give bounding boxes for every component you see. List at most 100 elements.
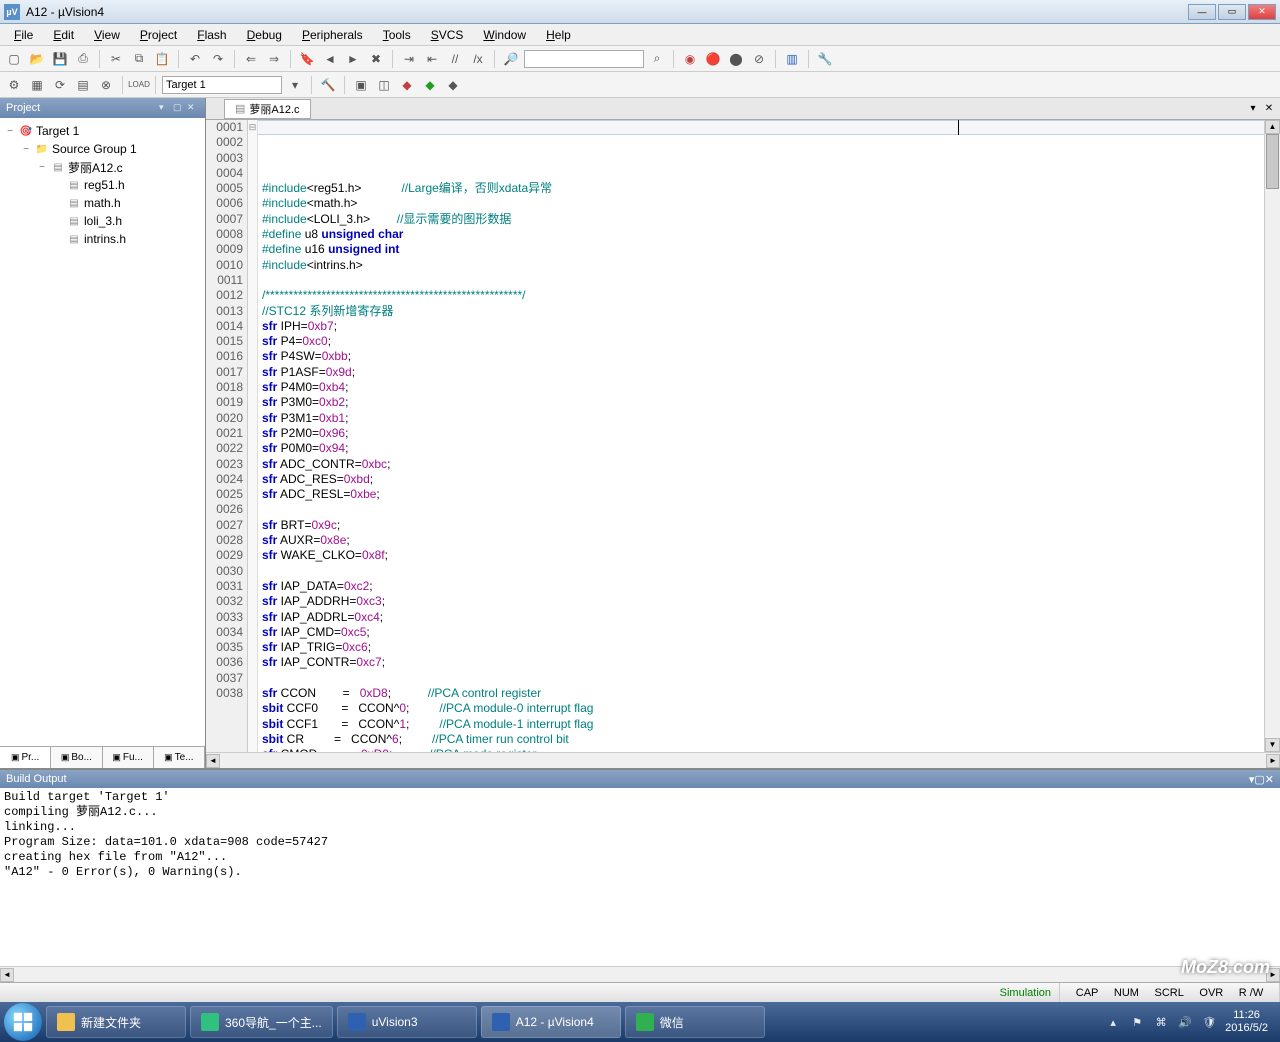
nav-fwd-icon[interactable]: ⇒ (264, 49, 284, 69)
find-in-files-icon[interactable]: 🔎 (501, 49, 521, 69)
manage-icon[interactable]: ◫ (374, 75, 394, 95)
scroll-right-icon[interactable]: ► (1266, 754, 1280, 768)
clock-time[interactable]: 11:26 (1225, 1009, 1268, 1022)
menu-debug[interactable]: Debug (239, 26, 290, 44)
tree-item[interactable]: −📁Source Group 1 (4, 140, 201, 158)
open-icon[interactable]: 📂 (27, 49, 47, 69)
undo-icon[interactable]: ↶ (185, 49, 205, 69)
find-combo[interactable] (524, 50, 644, 68)
books2-icon[interactable]: ◆ (420, 75, 440, 95)
menu-svcs[interactable]: SVCS (423, 26, 472, 44)
bookmark-clear-icon[interactable]: ✖ (366, 49, 386, 69)
panel-pin-icon[interactable]: ▢ (1254, 773, 1264, 786)
tree-item[interactable]: −🎯Target 1 (4, 122, 201, 140)
uncomment-icon[interactable]: /x (468, 49, 488, 69)
redo-icon[interactable]: ↷ (208, 49, 228, 69)
menu-view[interactable]: View (86, 26, 128, 44)
build-icon[interactable]: ▦ (27, 75, 47, 95)
paste-icon[interactable]: 📋 (152, 49, 172, 69)
target-dropdown-icon[interactable]: ▾ (285, 75, 305, 95)
panel-close-icon[interactable]: ✕ (187, 102, 199, 114)
nav-back-icon[interactable]: ⇐ (241, 49, 261, 69)
build-hscroll[interactable]: ◄ ► (0, 966, 1280, 982)
scroll-up-icon[interactable]: ▲ (1265, 120, 1280, 134)
window-icon[interactable]: ▥ (782, 49, 802, 69)
menu-project[interactable]: Project (132, 26, 185, 44)
breakpoint-kill-icon[interactable]: ⊘ (749, 49, 769, 69)
scroll-left-icon[interactable]: ◄ (206, 754, 220, 768)
panel-close-icon[interactable]: ✕ (1265, 773, 1274, 786)
code-text[interactable]: #include<reg51.h> //Large编译，否则xdata异常#in… (258, 120, 1264, 752)
taskbar-item[interactable]: uVision3 (337, 1006, 477, 1038)
project-tab[interactable]: ▣ Pr... (0, 747, 51, 768)
bookmark-icon[interactable]: 🔖 (297, 49, 317, 69)
tree-item[interactable]: ▤loli_3.h (4, 212, 201, 230)
tree-item[interactable]: −▤萝丽A12.c (4, 158, 201, 176)
build-output-text[interactable]: Build target 'Target 1' compiling 萝丽A12.… (0, 788, 1280, 966)
scroll-left-icon[interactable]: ◄ (0, 968, 14, 982)
menu-window[interactable]: Window (475, 26, 534, 44)
code-area[interactable]: 0001000200030004000500060007000800090010… (206, 120, 1280, 752)
tab-dropdown-icon[interactable]: ▾ (1246, 102, 1260, 116)
tree-item[interactable]: ▤reg51.h (4, 176, 201, 194)
breakpoint-icon[interactable]: 🔴 (703, 49, 723, 69)
stop-build-icon[interactable]: ⊗ (96, 75, 116, 95)
batch-build-icon[interactable]: ▤ (73, 75, 93, 95)
tray-flag-icon[interactable]: ⚑ (1129, 1014, 1145, 1030)
menu-edit[interactable]: Edit (45, 26, 82, 44)
options-icon[interactable]: 🔨 (318, 75, 338, 95)
download-icon[interactable]: LOAD (129, 75, 149, 95)
taskbar-item[interactable]: 360导航_一个主... (190, 1006, 333, 1038)
outdent-icon[interactable]: ⇤ (422, 49, 442, 69)
project-tab[interactable]: ▣ Fu... (103, 747, 154, 768)
close-button[interactable]: ✕ (1248, 4, 1276, 20)
debug-icon[interactable]: ◉ (680, 49, 700, 69)
project-tab[interactable]: ▣ Te... (154, 747, 205, 768)
menu-flash[interactable]: Flash (189, 26, 234, 44)
breakpoint-all-icon[interactable]: ⬤ (726, 49, 746, 69)
start-button[interactable] (4, 1003, 42, 1041)
editor-tab[interactable]: ▤ 萝丽A12.c (224, 99, 311, 119)
fold-column[interactable]: ⊟ (248, 120, 258, 752)
menu-tools[interactable]: Tools (375, 26, 419, 44)
menu-file[interactable]: File (6, 26, 41, 44)
tray-shield-icon[interactable]: 🛡 (1201, 1014, 1217, 1030)
cut-icon[interactable]: ✂ (106, 49, 126, 69)
scroll-down-icon[interactable]: ▼ (1265, 738, 1280, 752)
save-icon[interactable]: 💾 (50, 49, 70, 69)
tray-up-icon[interactable]: ▴ (1105, 1014, 1121, 1030)
comment-icon[interactable]: // (445, 49, 465, 69)
configure-icon[interactable]: 🔧 (815, 49, 835, 69)
tree-item[interactable]: ▤math.h (4, 194, 201, 212)
rebuild-icon[interactable]: ⟳ (50, 75, 70, 95)
books-icon[interactable]: ◆ (397, 75, 417, 95)
bookmark-next-icon[interactable]: ► (343, 49, 363, 69)
new-icon[interactable]: ▢ (4, 49, 24, 69)
horizontal-scrollbar[interactable]: ◄ ► (206, 752, 1280, 768)
bookmark-prev-icon[interactable]: ◄ (320, 49, 340, 69)
menu-help[interactable]: Help (538, 26, 579, 44)
tray-volume-icon[interactable]: 🔊 (1177, 1014, 1193, 1030)
indent-icon[interactable]: ⇥ (399, 49, 419, 69)
tree-item[interactable]: ▤intrins.h (4, 230, 201, 248)
project-tab[interactable]: ▣ Bo... (51, 747, 102, 768)
tab-close-icon[interactable]: ✕ (1262, 102, 1276, 116)
menu-peripherals[interactable]: Peripherals (294, 26, 371, 44)
scroll-thumb[interactable] (1266, 134, 1279, 189)
books3-icon[interactable]: ◆ (443, 75, 463, 95)
maximize-button[interactable]: ▭ (1218, 4, 1246, 20)
file-ext-icon[interactable]: ▣ (351, 75, 371, 95)
panel-dropdown-icon[interactable]: ▾ (159, 102, 171, 114)
taskbar-item[interactable]: A12 - µVision4 (481, 1006, 621, 1038)
saveall-icon[interactable]: ⎙ (73, 49, 93, 69)
tray-network-icon[interactable]: ⌘ (1153, 1014, 1169, 1030)
find-icon[interactable]: ⌕ (647, 49, 667, 69)
minimize-button[interactable]: — (1188, 4, 1216, 20)
project-tree[interactable]: −🎯Target 1−📁Source Group 1−▤萝丽A12.c ▤reg… (0, 118, 205, 746)
panel-pin-icon[interactable]: ▢ (173, 102, 185, 114)
vertical-scrollbar[interactable]: ▲ ▼ (1264, 120, 1280, 752)
copy-icon[interactable]: ⧉ (129, 49, 149, 69)
scroll-right-icon[interactable]: ► (1266, 968, 1280, 982)
translate-icon[interactable]: ⚙ (4, 75, 24, 95)
taskbar-item[interactable]: 微信 (625, 1006, 765, 1038)
